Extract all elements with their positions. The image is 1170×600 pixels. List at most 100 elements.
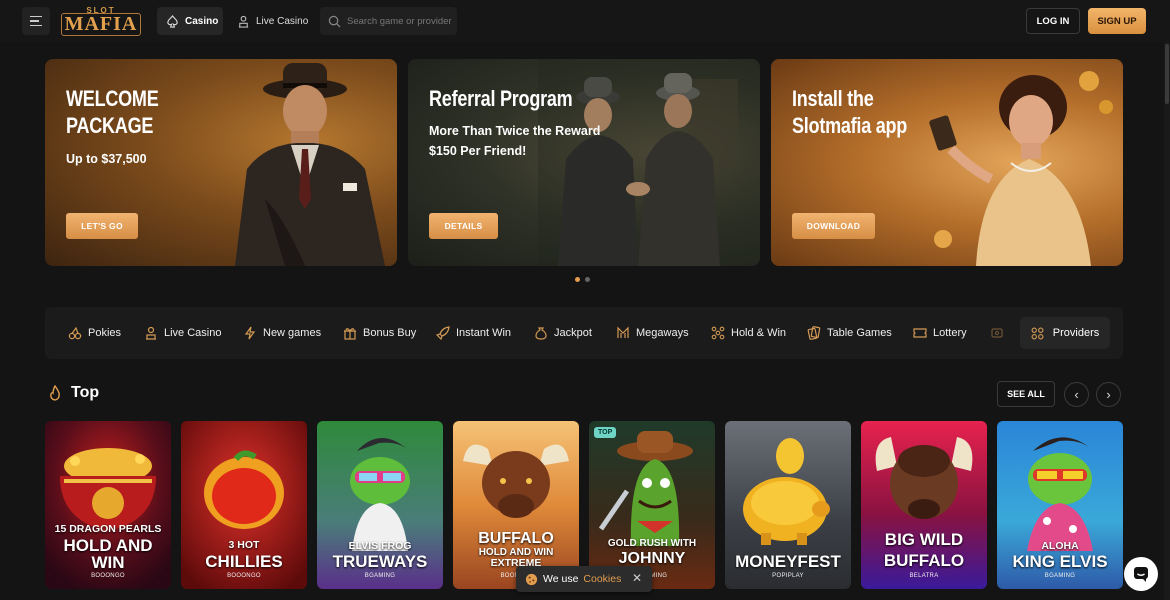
banner-2-title: Referral Program: [429, 86, 573, 111]
game-card-big-wild-buffalo[interactable]: BIG WILD BUFFALO BELATRA: [861, 421, 987, 589]
game-title-line1: 3 HOT: [228, 539, 260, 551]
chat-button[interactable]: [1124, 557, 1158, 591]
next-arrow-icon[interactable]: ›: [1096, 382, 1121, 407]
game-card-moneyfest[interactable]: MONEYFEST POPIPLAY: [725, 421, 851, 589]
game-card-gold-rush-with-johnny[interactable]: TOP GOLD RUSH WITH JOHNNY BGAMING: [589, 421, 715, 589]
game-card-elvis-frog-trueways[interactable]: ELVIS FROG TRUEWAYS BGAMING: [317, 421, 443, 589]
search-input[interactable]: [347, 15, 457, 27]
search-box[interactable]: [320, 7, 457, 35]
logo-main-text: MAFIA: [61, 13, 141, 36]
top-header: SLOT MAFIA Casino Live Casino LOG IN SIG…: [0, 0, 1170, 42]
megaways-icon: [617, 326, 629, 338]
lets-go-button[interactable]: LET'S GO: [66, 213, 138, 239]
game-title-line2: JOHNNY: [618, 550, 686, 567]
top-badge: TOP: [594, 427, 617, 438]
game-card-aloha-king-elvis[interactable]: ALOHA KING ELVIS BGAMING: [997, 421, 1123, 589]
category-instant-win[interactable]: Instant Win: [436, 307, 511, 359]
nav-casino-label: Casino: [185, 15, 219, 27]
providers-button[interactable]: Providers: [1020, 317, 1110, 349]
carousel-dot[interactable]: [585, 277, 590, 282]
category-megaways[interactable]: Megaways: [616, 307, 689, 359]
banner-2-subtitle-line2: $150 Per Friend!: [429, 144, 527, 158]
banner-2-subtitle-line1: More Than Twice the Reward: [429, 124, 601, 138]
category-bar: Pokies Live Casino New games Bonus Buy I…: [45, 307, 1123, 359]
search-icon: [328, 15, 341, 27]
category-bonus-buy[interactable]: Bonus Buy: [343, 307, 416, 359]
game-provider: POPIPLAY: [772, 573, 804, 579]
woman-with-phone-illustration: [929, 71, 1113, 266]
game-provider: BELATRA: [909, 573, 939, 579]
game-title-line2: BUFFALO: [883, 551, 965, 570]
game-title-line1: ELVIS FROG: [348, 540, 412, 552]
game-card-buffalo-hold-and-win-extreme[interactable]: BUFFALO HOLD AND WIN EXTREME BOOMING: [453, 421, 579, 589]
providers-label: Providers: [1052, 327, 1100, 339]
game-card-15-dragon-pearls[interactable]: 15 DRAGON PEARLS HOLD AND WIN BOOONGO: [45, 421, 171, 589]
banner-1-title-line1: WELCOME: [66, 86, 159, 111]
game-title-line1: BIG WILD: [884, 530, 964, 549]
mafia-man-illustration: [235, 63, 385, 266]
page-scrollbar[interactable]: [1164, 42, 1170, 600]
nav-live-casino-tab[interactable]: Live Casino: [237, 7, 308, 35]
banner-referral-program[interactable]: Referral Program More Than Twice the Rew…: [408, 59, 760, 266]
spade-icon: [167, 14, 178, 28]
rocket-icon: [436, 326, 450, 340]
banner-1-subtitle: Up to $37,500: [66, 152, 147, 166]
signup-button[interactable]: SIGN UP: [1088, 8, 1146, 34]
category-live-casino[interactable]: Live Casino: [144, 307, 221, 359]
category-hold-and-win[interactable]: Hold & Win: [711, 307, 786, 359]
flame-icon: [50, 385, 60, 401]
see-all-button[interactable]: SEE ALL: [997, 381, 1055, 407]
category-jackpot[interactable]: Jackpot: [534, 307, 592, 359]
category-label: Pokies: [88, 327, 122, 339]
chat-icon: [1134, 567, 1148, 582]
banner-3-title: Install the Slotmafia app: [792, 85, 907, 139]
gift-icon: [344, 328, 356, 340]
game-title-line2: TRUEWAYS: [332, 552, 428, 571]
category-label: Instant Win: [456, 327, 512, 339]
prev-arrow-icon[interactable]: ‹: [1064, 382, 1089, 407]
category-new-games[interactable]: New games: [243, 307, 321, 359]
game-title-line1: ALOHA: [1041, 540, 1079, 552]
game-provider: BGAMING: [364, 573, 396, 579]
game-title-line1: 15 DRAGON PEARLS: [54, 523, 162, 535]
banner-install-app[interactable]: Install the Slotmafia app DOWNLOAD: [771, 59, 1123, 266]
site-logo[interactable]: SLOT MAFIA: [61, 6, 141, 36]
game-provider: BOOONGO: [91, 573, 125, 579]
dealer-icon: [238, 15, 249, 28]
banner-welcome-package[interactable]: WELCOME PACKAGE Up to $37,500 LET'S GO: [45, 59, 397, 266]
banner-3-title-line2: Slotmafia app: [792, 113, 908, 138]
game-title-line2: CHILLIES: [205, 552, 283, 571]
category-label: New games: [263, 327, 322, 339]
login-button[interactable]: LOG IN: [1026, 8, 1080, 34]
category-more-icon[interactable]: [990, 307, 1004, 359]
banner-1-title: WELCOME PACKAGE: [66, 85, 159, 139]
banner-3-title-line1: Install the: [792, 86, 874, 111]
cherries-icon: [68, 326, 82, 340]
game-provider: BOOONGO: [227, 573, 261, 579]
dots-icon: [711, 326, 725, 340]
ticket-icon: [913, 328, 927, 338]
game-title-line1: GOLD RUSH WITH: [607, 538, 697, 549]
game-title-line3: WIN: [91, 553, 125, 572]
cookie-notice: We use Cookies ✕: [516, 566, 652, 592]
menu-icon[interactable]: [22, 7, 50, 35]
close-icon[interactable]: ✕: [632, 571, 642, 585]
banner-1-title-line2: PACKAGE: [66, 113, 154, 138]
game-title-line2: KING ELVIS: [1012, 552, 1108, 571]
category-label: Live Casino: [164, 327, 222, 339]
carousel-dot[interactable]: [575, 277, 580, 282]
game-provider: BGAMING: [1044, 573, 1076, 579]
category-lottery[interactable]: Lottery: [913, 307, 967, 359]
download-button[interactable]: DOWNLOAD: [792, 213, 875, 239]
cookie-text: We use: [543, 573, 579, 585]
category-table-games[interactable]: Table Games: [807, 307, 892, 359]
cookies-link[interactable]: Cookies: [583, 573, 621, 585]
game-card-3-hot-chillies[interactable]: 3 HOT CHILLIES BOOONGO: [181, 421, 307, 589]
nav-casino-tab[interactable]: Casino: [157, 7, 223, 35]
category-label: Table Games: [827, 327, 892, 339]
section-title-text: Top: [71, 384, 100, 401]
carousel-dots: [575, 277, 590, 282]
nav-live-casino-label: Live Casino: [256, 15, 309, 27]
category-pokies[interactable]: Pokies: [68, 307, 121, 359]
details-button[interactable]: DETAILS: [429, 213, 498, 239]
